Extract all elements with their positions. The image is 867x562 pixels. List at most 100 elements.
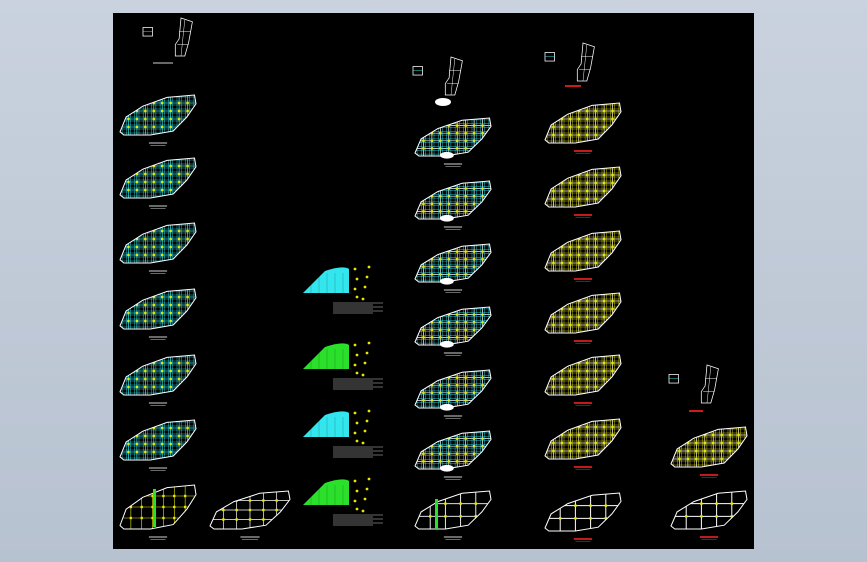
- column-node: [430, 250, 434, 253]
- column-node: [703, 457, 706, 461]
- column-node: [140, 505, 143, 509]
- column-node: [720, 449, 723, 453]
- column-node: [574, 504, 577, 507]
- column-node: [569, 449, 572, 453]
- column-node: [594, 109, 597, 113]
- column-node: [481, 321, 484, 324]
- column-node: [140, 494, 143, 498]
- column-node: [464, 460, 467, 463]
- column-node: [560, 189, 564, 193]
- column-node: [472, 376, 476, 379]
- column-node: [422, 139, 425, 142]
- floor-plan-sheet: [544, 166, 622, 218]
- column-node: [152, 442, 155, 446]
- column-node: [464, 445, 467, 448]
- column-node: [695, 441, 698, 445]
- column-node: [577, 197, 580, 201]
- column-node: [152, 434, 155, 438]
- column-node: [594, 133, 597, 137]
- column-node: [135, 101, 139, 105]
- column-node: [135, 311, 139, 315]
- column-node: [577, 189, 580, 193]
- column-node: [422, 195, 425, 198]
- column-node: [586, 441, 589, 445]
- column-node: [186, 101, 189, 105]
- column-node: [162, 505, 165, 509]
- column-node: [611, 197, 614, 201]
- column-node: [560, 125, 564, 129]
- column-node: [586, 425, 589, 429]
- column-node: [177, 101, 181, 105]
- column-node: [586, 109, 589, 113]
- column-node: [602, 369, 606, 373]
- column-node: [152, 385, 155, 389]
- column-node: [728, 433, 732, 437]
- column-node: [430, 202, 434, 205]
- column-node: [422, 460, 425, 463]
- column-node: [161, 109, 164, 113]
- column-node: [481, 445, 484, 448]
- column-node: [678, 449, 681, 453]
- column-node: [161, 164, 164, 168]
- column-node: [552, 181, 555, 185]
- column-node: [135, 426, 139, 430]
- floor-plan-sheet: [544, 102, 622, 154]
- column-node: [439, 384, 442, 387]
- column-node: [127, 450, 130, 454]
- column-node: [127, 245, 130, 249]
- column-node: [464, 321, 467, 324]
- column-node: [135, 125, 139, 129]
- plan-outline: [544, 492, 622, 532]
- column-node: [222, 499, 225, 502]
- floor-plan-sheet: [119, 222, 197, 274]
- column-node: [472, 328, 476, 331]
- column-node: [611, 253, 614, 257]
- column-node: [577, 449, 580, 453]
- schedule-dot: [353, 479, 357, 483]
- column-node: [186, 180, 189, 184]
- column-node: [686, 433, 690, 437]
- column-node: [422, 210, 425, 213]
- column-node: [560, 377, 564, 381]
- column-node: [730, 502, 733, 505]
- column-node: [161, 245, 164, 249]
- cad-model-space[interactable]: [113, 13, 754, 549]
- column-node: [569, 245, 572, 249]
- column-node: [177, 361, 181, 365]
- column-node: [152, 180, 155, 184]
- column-node: [430, 313, 434, 316]
- column-node: [594, 307, 597, 311]
- column-node: [439, 202, 442, 205]
- column-node: [152, 117, 155, 121]
- column-node: [161, 434, 164, 438]
- column-node: [144, 117, 147, 121]
- fan-shape: [303, 267, 349, 293]
- column-node: [586, 361, 589, 365]
- floor-plan-sheet: [119, 288, 197, 340]
- column-node: [560, 315, 564, 319]
- column-node: [161, 385, 164, 389]
- column-node: [464, 313, 467, 316]
- column-node: [459, 515, 462, 518]
- column-node: [569, 315, 572, 319]
- column-node: [144, 385, 147, 389]
- column-node: [127, 442, 130, 446]
- column-node: [430, 437, 434, 440]
- column-node: [439, 147, 442, 150]
- column-node: [169, 117, 172, 121]
- column-node: [464, 376, 467, 379]
- column-node: [177, 295, 181, 299]
- column-node: [169, 319, 172, 323]
- column-node: [275, 499, 278, 502]
- floor-plan-sheet: [414, 369, 492, 419]
- column-node: [481, 124, 484, 127]
- column-node: [560, 361, 564, 365]
- column-node: [152, 319, 155, 323]
- column-node: [472, 445, 476, 448]
- schedule-dot: [365, 275, 369, 279]
- drawing-sheets[interactable]: [113, 13, 754, 549]
- column-node: [586, 125, 589, 129]
- column-node: [447, 195, 450, 198]
- plan-outline: [414, 490, 492, 530]
- column-node: [560, 441, 564, 445]
